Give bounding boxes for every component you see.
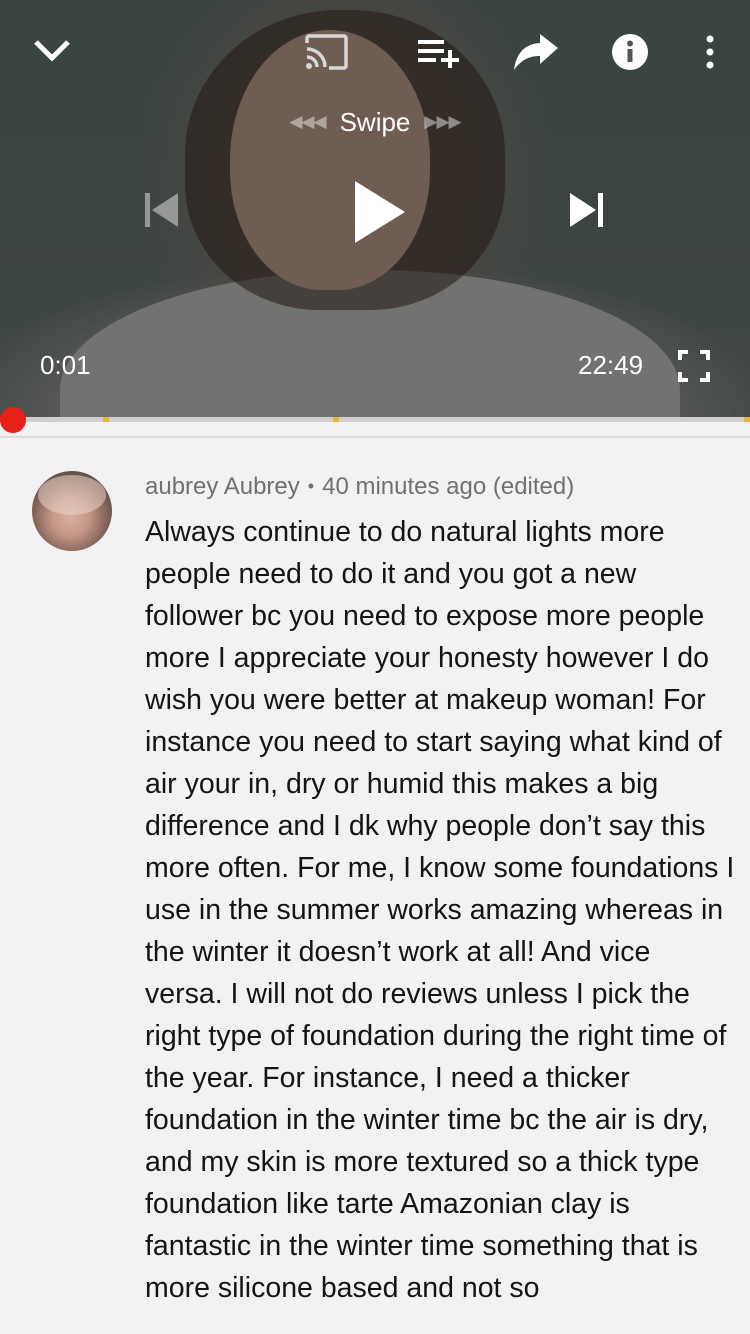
play-button[interactable] (340, 170, 420, 254)
fullscreen-icon (678, 350, 710, 382)
skip-previous-icon (145, 193, 178, 227)
scrubber-track (0, 407, 750, 433)
more-options-button[interactable] (688, 24, 732, 80)
play-icon (355, 181, 405, 243)
add-to-playlist-icon (418, 40, 459, 68)
previous-video-button[interactable] (132, 180, 192, 240)
info-icon (612, 34, 648, 70)
cast-icon (305, 34, 348, 70)
swipe-hint: ◀◀◀ Swipe ▶▶▶ (272, 106, 478, 138)
avatar-highlight (38, 475, 106, 515)
skip-next-icon (570, 193, 603, 227)
next-video-button[interactable] (556, 180, 616, 240)
meta-separator: • (307, 476, 315, 496)
avatar[interactable] (32, 471, 112, 551)
add-to-playlist-button[interactable] (408, 26, 468, 78)
swipe-right-arrows: ▶▶▶ (424, 112, 461, 132)
info-button[interactable] (600, 24, 660, 80)
comment-timestamp: 40 minutes ago (edited) (322, 473, 575, 500)
more-vert-icon (706, 35, 714, 69)
comment-author[interactable]: aubrey Aubrey (145, 473, 300, 500)
share-icon (514, 34, 558, 70)
swipe-label: Swipe (339, 106, 411, 137)
current-time: 0:01 (40, 350, 91, 380)
cast-button[interactable] (296, 26, 356, 78)
share-button[interactable] (506, 24, 566, 80)
chevron-down-icon (34, 40, 70, 62)
fullscreen-button[interactable] (670, 344, 718, 388)
scrubber-handle[interactable] (0, 407, 26, 433)
comment-meta: aubrey Aubrey • 40 minutes ago (edited) (145, 473, 574, 501)
swipe-left-arrows: ◀◀◀ (289, 112, 326, 132)
duration: 22:49 (578, 350, 644, 380)
divider (0, 436, 750, 438)
video-player[interactable]: ◀◀◀ Swipe ▶▶▶ 0:01 22:49 (0, 0, 750, 422)
minimize-button[interactable] (22, 22, 82, 78)
comment-text: Always continue to do natural lights mor… (145, 516, 735, 1304)
